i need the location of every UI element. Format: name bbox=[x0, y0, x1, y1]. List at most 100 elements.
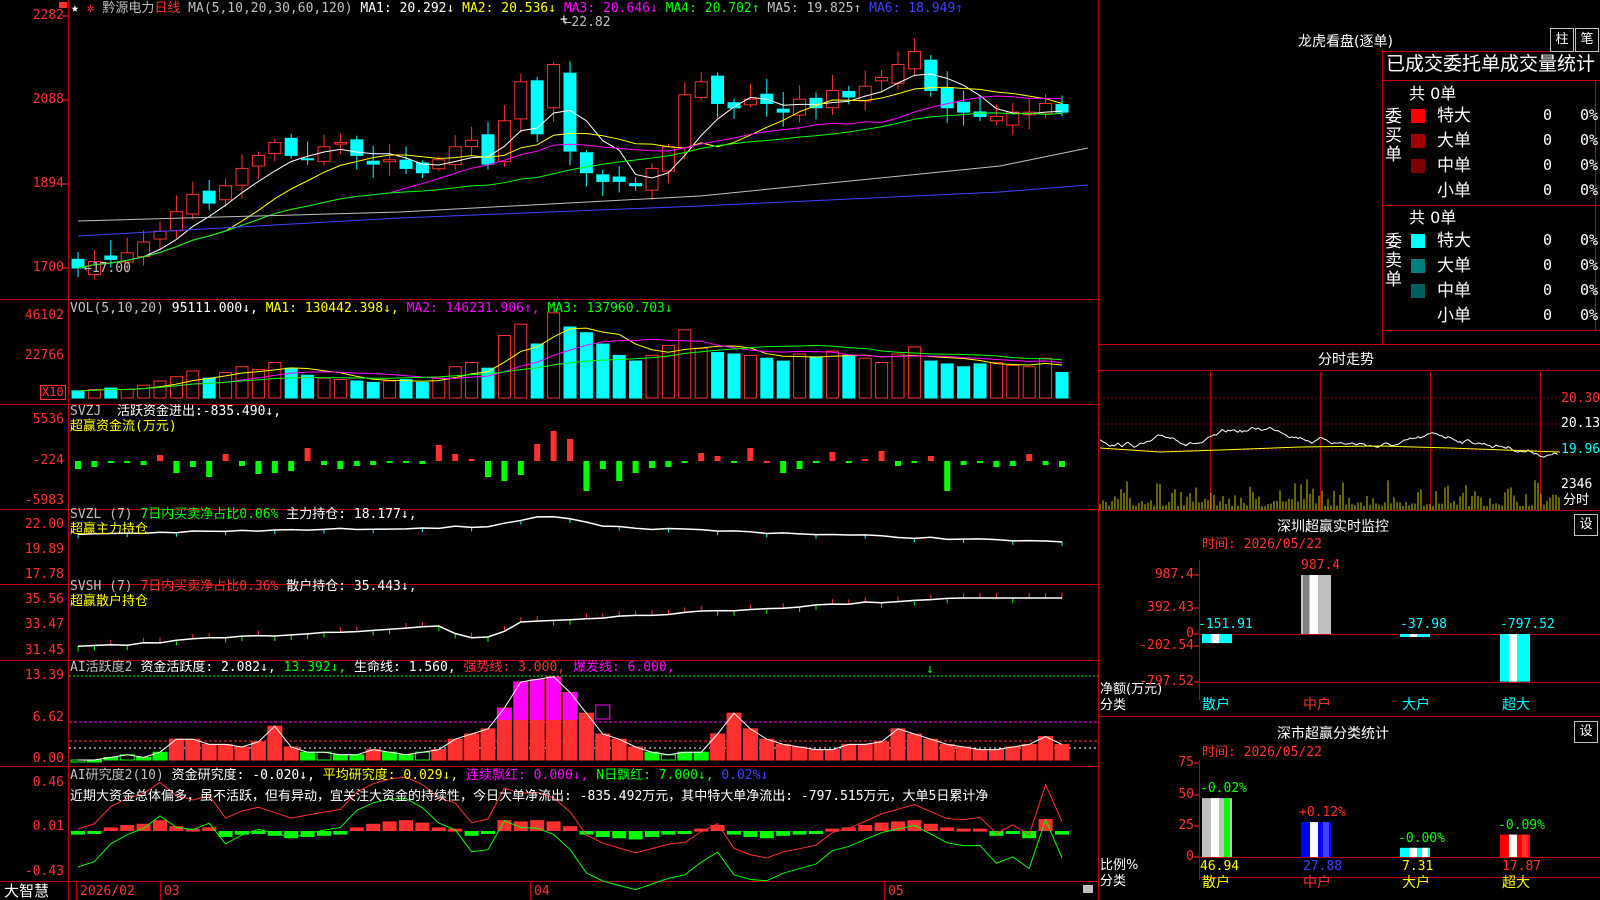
svzj-bar bbox=[698, 453, 705, 461]
ai1-bar bbox=[234, 746, 250, 761]
svsh-axis-label: 35.56 bbox=[24, 592, 64, 607]
ai2-bar bbox=[431, 827, 446, 831]
ai2-bar bbox=[809, 831, 823, 834]
volume-bar bbox=[399, 379, 413, 399]
volume-bar bbox=[596, 343, 610, 399]
ai1-bar bbox=[660, 754, 676, 761]
volume-bar bbox=[858, 357, 872, 399]
svsh-axis-label: 31.45 bbox=[24, 643, 64, 658]
ai1-bar bbox=[710, 733, 726, 761]
volume-bar bbox=[415, 381, 429, 399]
ai2-header: AI研究度2(10) 资金研究度: -0.020↓, 平均研究度: 0.029↓… bbox=[70, 768, 769, 783]
svzj-axis-label: 5536 bbox=[32, 412, 64, 427]
ai1-bar bbox=[841, 743, 857, 761]
bar-view-button[interactable]: 柱 bbox=[1550, 28, 1574, 52]
ai1-bar bbox=[349, 754, 365, 761]
star-icon[interactable]: ★ bbox=[71, 1, 79, 16]
sell-row-name: 大单 bbox=[1437, 256, 1471, 276]
ai1-bar bbox=[988, 749, 1004, 761]
svzj-bars bbox=[75, 431, 1065, 491]
svzj-bar bbox=[452, 454, 459, 461]
volume-bar bbox=[137, 384, 151, 399]
svzj-bar bbox=[878, 451, 885, 461]
ai2-bar bbox=[87, 831, 102, 834]
ai2-bar bbox=[595, 831, 610, 837]
monitor-bar-label: -151.91 bbox=[1198, 617, 1253, 632]
monitor-class-label: 分类 bbox=[1100, 698, 1127, 713]
ai1-bar bbox=[742, 728, 758, 761]
svzl-title: 主力持仓: bbox=[286, 507, 347, 522]
svsh-label: SVSH (7) bbox=[70, 579, 133, 594]
volume-bar bbox=[579, 332, 593, 399]
buy-row-value: 0 bbox=[1543, 181, 1553, 199]
ai1-bar bbox=[332, 754, 348, 761]
ai1-bar bbox=[775, 743, 791, 761]
volume-bar bbox=[809, 356, 823, 399]
svzl-sub: 超赢主力持仓 bbox=[70, 522, 149, 537]
sell-row-pct: 0% bbox=[1580, 231, 1599, 249]
svzj-bar bbox=[927, 456, 934, 461]
stats-bar-highlight bbox=[1509, 834, 1517, 857]
candle-body bbox=[579, 152, 593, 174]
vol-header: VOL(5,10,20) 95111.000↓, MA1: 130442.398… bbox=[70, 301, 673, 316]
svzj-bar bbox=[616, 461, 623, 481]
monitor-y-label: -797.52 bbox=[1139, 674, 1194, 689]
candle-body bbox=[842, 90, 856, 98]
svzj-bar bbox=[189, 461, 196, 467]
ai1-lifeline: 生命线: 1.560, bbox=[354, 660, 456, 675]
sell-swatch bbox=[1411, 234, 1425, 248]
buy-row-pct: 0% bbox=[1580, 181, 1599, 199]
svzj-bar bbox=[649, 461, 655, 468]
low-mark-label: ←17.00 bbox=[84, 261, 131, 276]
stats-bar-edge bbox=[1522, 834, 1528, 857]
stock-name: 黔源电力 bbox=[102, 1, 155, 16]
volume-bar bbox=[989, 362, 1003, 399]
svzj-bar bbox=[1026, 454, 1033, 461]
gear-icon[interactable]: ✲ bbox=[87, 1, 95, 16]
stats-bar-highlight bbox=[1409, 847, 1417, 857]
candle-body bbox=[219, 185, 233, 201]
stats-settings-button[interactable]: 设 bbox=[1574, 721, 1598, 743]
ai2-bar bbox=[579, 831, 594, 835]
candle-body bbox=[169, 211, 183, 232]
buy-row-name: 特大 bbox=[1437, 106, 1471, 126]
stats-category: 散户 bbox=[1202, 875, 1230, 891]
stats-y-label: 25 bbox=[1178, 818, 1194, 833]
candle-body bbox=[383, 159, 397, 163]
date-label: 05 bbox=[888, 884, 904, 899]
svzj-bar bbox=[747, 448, 754, 461]
volume-bar bbox=[465, 362, 479, 399]
ai1-title: 资金活跃度: bbox=[140, 660, 214, 675]
vol-label: VOL(5,10,20) bbox=[70, 301, 164, 316]
monitor-settings-button[interactable]: 设 bbox=[1574, 514, 1598, 536]
ai2-bar bbox=[546, 821, 561, 831]
volume-bar bbox=[383, 380, 397, 399]
ma-item-1: MA1: 20.292↓ bbox=[360, 1, 463, 16]
candle-body bbox=[104, 255, 118, 260]
monitor-bar-label: -797.52 bbox=[1500, 617, 1555, 632]
svzj-bar bbox=[993, 461, 1000, 467]
sell-total: 共 0单 bbox=[1409, 208, 1457, 227]
sell-row-pct: 0% bbox=[1580, 306, 1599, 324]
svzj-bar bbox=[731, 461, 737, 463]
svzl-label: SVZL (7) bbox=[70, 507, 133, 522]
svzj-bar bbox=[796, 461, 803, 469]
sell-row-value: 0 bbox=[1543, 256, 1553, 274]
ai1-bar-burst bbox=[563, 692, 577, 720]
ai2-bar bbox=[530, 820, 545, 831]
period-label[interactable]: 日线 bbox=[154, 1, 180, 16]
svzj-bar bbox=[862, 459, 869, 461]
ai1-bar bbox=[824, 749, 840, 761]
candle-body bbox=[1055, 103, 1069, 113]
svzj-bar bbox=[107, 461, 114, 463]
volume-bar bbox=[350, 380, 364, 399]
sell-row-name: 特大 bbox=[1437, 231, 1471, 251]
sell-row-name: 中单 bbox=[1437, 281, 1471, 301]
chart-canvas[interactable]: ←22.82←17.00+↓ bbox=[0, 0, 1600, 900]
tick-view-button[interactable]: 笔 bbox=[1575, 28, 1599, 52]
svzj-title: 活跃资金进出: bbox=[116, 404, 203, 419]
buy-row-name: 中单 bbox=[1437, 156, 1471, 176]
candle-body bbox=[776, 108, 790, 113]
svzj-bar bbox=[829, 452, 836, 461]
ai1-burst: 爆发线: 6.000, bbox=[572, 660, 675, 675]
